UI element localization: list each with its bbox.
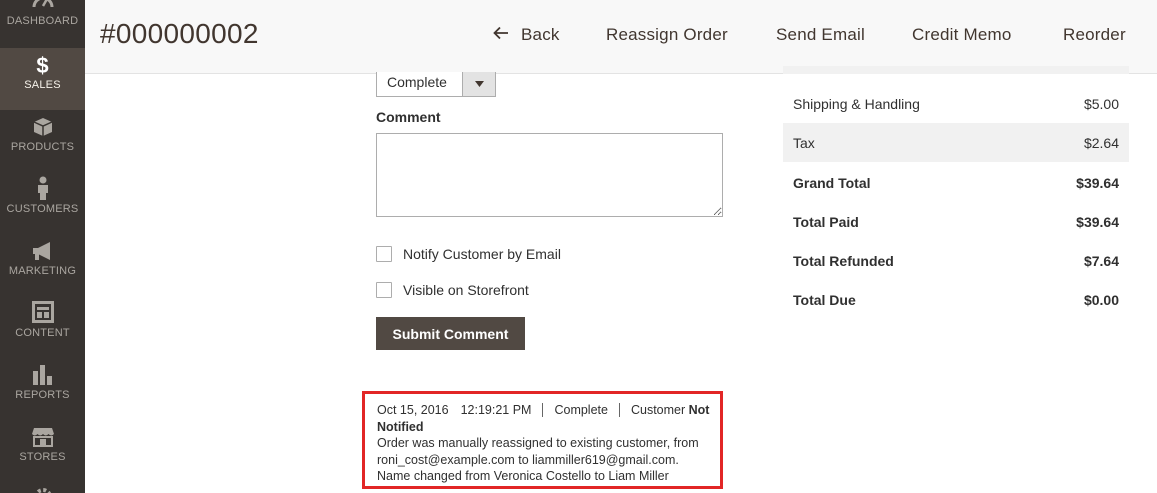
sidebar-item-more[interactable]: [0, 482, 85, 493]
totals-label: Grand Total: [793, 174, 871, 191]
sidebar-item-marketing[interactable]: Marketing: [0, 234, 85, 296]
totals-value: $5.00: [1083, 95, 1119, 112]
visible-storefront-label: Visible on Storefront: [403, 282, 529, 298]
dollar-icon: $: [36, 53, 49, 78]
totals-row-total-paid: Total Paid $39.64: [783, 202, 1129, 241]
person-icon: [0, 176, 85, 200]
totals-value: $39.64: [1076, 174, 1119, 191]
back-button-label: Back: [521, 25, 560, 44]
notify-customer-checkbox[interactable]: [376, 246, 392, 262]
sidebar-item-sales[interactable]: $ Sales: [0, 48, 85, 110]
history-meta: Oct 15, 2016 12:19:21 PM Complete Custom…: [377, 402, 715, 419]
sidebar-item-dashboard[interactable]: Dashboard: [0, 0, 85, 48]
history-notified: Notified: [377, 419, 424, 434]
totals-row-total-refunded: Total Refunded $7.64: [783, 241, 1129, 280]
sidebar-item-products[interactable]: Products: [0, 110, 85, 172]
history-time: 12:19:21 PM: [460, 403, 532, 417]
sidebar-item-label: Products: [10, 141, 75, 153]
store-icon: [0, 427, 85, 447]
order-status-select[interactable]: Complete: [376, 72, 496, 97]
order-status-value: Complete: [387, 74, 447, 90]
totals-label: Total Refunded: [793, 252, 894, 269]
sidebar-item-reports[interactable]: Reports: [0, 358, 85, 420]
comment-label: Comment: [376, 109, 441, 125]
totals-label: Total Paid: [793, 213, 859, 230]
reorder-button[interactable]: Reorder: [1063, 25, 1126, 45]
totals-label: Total Due: [793, 291, 856, 308]
totals-row-shipping: Shipping & Handling $5.00: [783, 84, 1129, 123]
sidebar-item-label: Customers: [6, 203, 79, 215]
totals-value: $2.64: [1083, 134, 1119, 151]
totals-row-grand-total: Grand Total $39.64: [783, 163, 1129, 202]
notify-customer-row[interactable]: Notify Customer by Email: [376, 246, 561, 262]
totals-row-total-due: Total Due $0.00: [783, 280, 1129, 319]
page-title: #000000002: [100, 18, 259, 49]
totals-value: $7.64: [1083, 252, 1119, 269]
totals-row-tax: Tax $2.64: [783, 123, 1129, 162]
reassign-order-button[interactable]: Reassign Order: [606, 25, 728, 45]
gear-icon: [0, 487, 85, 493]
divider: [542, 403, 544, 418]
sidebar-item-label: Stores: [19, 451, 66, 463]
dashboard-icon: [0, 0, 85, 8]
sidebar-item-content[interactable]: Content: [0, 296, 85, 358]
totals-row-partial: [783, 66, 1129, 74]
comment-history-entry: Oct 15, 2016 12:19:21 PM Complete Custom…: [362, 391, 723, 489]
totals-label: Shipping & Handling: [793, 95, 920, 112]
sidebar-item-label: Dashboard: [6, 15, 79, 27]
history-status: Complete: [554, 403, 608, 417]
bar-chart-icon: [0, 363, 85, 385]
sidebar-item-stores[interactable]: Stores: [0, 420, 85, 482]
comment-textarea[interactable]: [376, 133, 723, 217]
send-email-button[interactable]: Send Email: [776, 25, 865, 45]
page-header: #000000002 Back Reassign Order Send Emai…: [85, 0, 1157, 74]
layout-icon: [0, 301, 85, 323]
submit-comment-button[interactable]: Submit Comment: [376, 317, 525, 350]
admin-sidebar: Dashboard $ Sales Products Customers Mar…: [0, 0, 85, 493]
divider: [618, 403, 620, 418]
sidebar-item-label: Reports: [15, 389, 70, 401]
sidebar-item-label: Marketing: [8, 265, 77, 277]
credit-memo-button[interactable]: Credit Memo: [912, 25, 1012, 45]
chevron-down-icon[interactable]: [462, 72, 495, 96]
visible-storefront-row[interactable]: Visible on Storefront: [376, 282, 529, 298]
totals-label: Tax: [793, 134, 815, 151]
sidebar-item-label: Sales: [24, 79, 61, 91]
totals-value: $0.00: [1083, 291, 1119, 308]
history-customer-label: Customer: [630, 403, 686, 417]
history-notified-first: Not: [688, 403, 710, 417]
sidebar-item-label: Content: [15, 327, 70, 339]
sidebar-item-customers[interactable]: Customers: [0, 172, 85, 234]
box-icon: [0, 117, 85, 137]
history-message: Order was manually reassigned to existin…: [377, 436, 699, 483]
megaphone-icon: [0, 241, 85, 261]
arrow-left-icon: [493, 25, 509, 45]
back-button[interactable]: Back: [493, 25, 560, 45]
notify-customer-label: Notify Customer by Email: [403, 246, 561, 262]
history-date: Oct 15, 2016: [377, 403, 449, 417]
visible-storefront-checkbox[interactable]: [376, 282, 392, 298]
totals-value: $39.64: [1076, 213, 1119, 230]
